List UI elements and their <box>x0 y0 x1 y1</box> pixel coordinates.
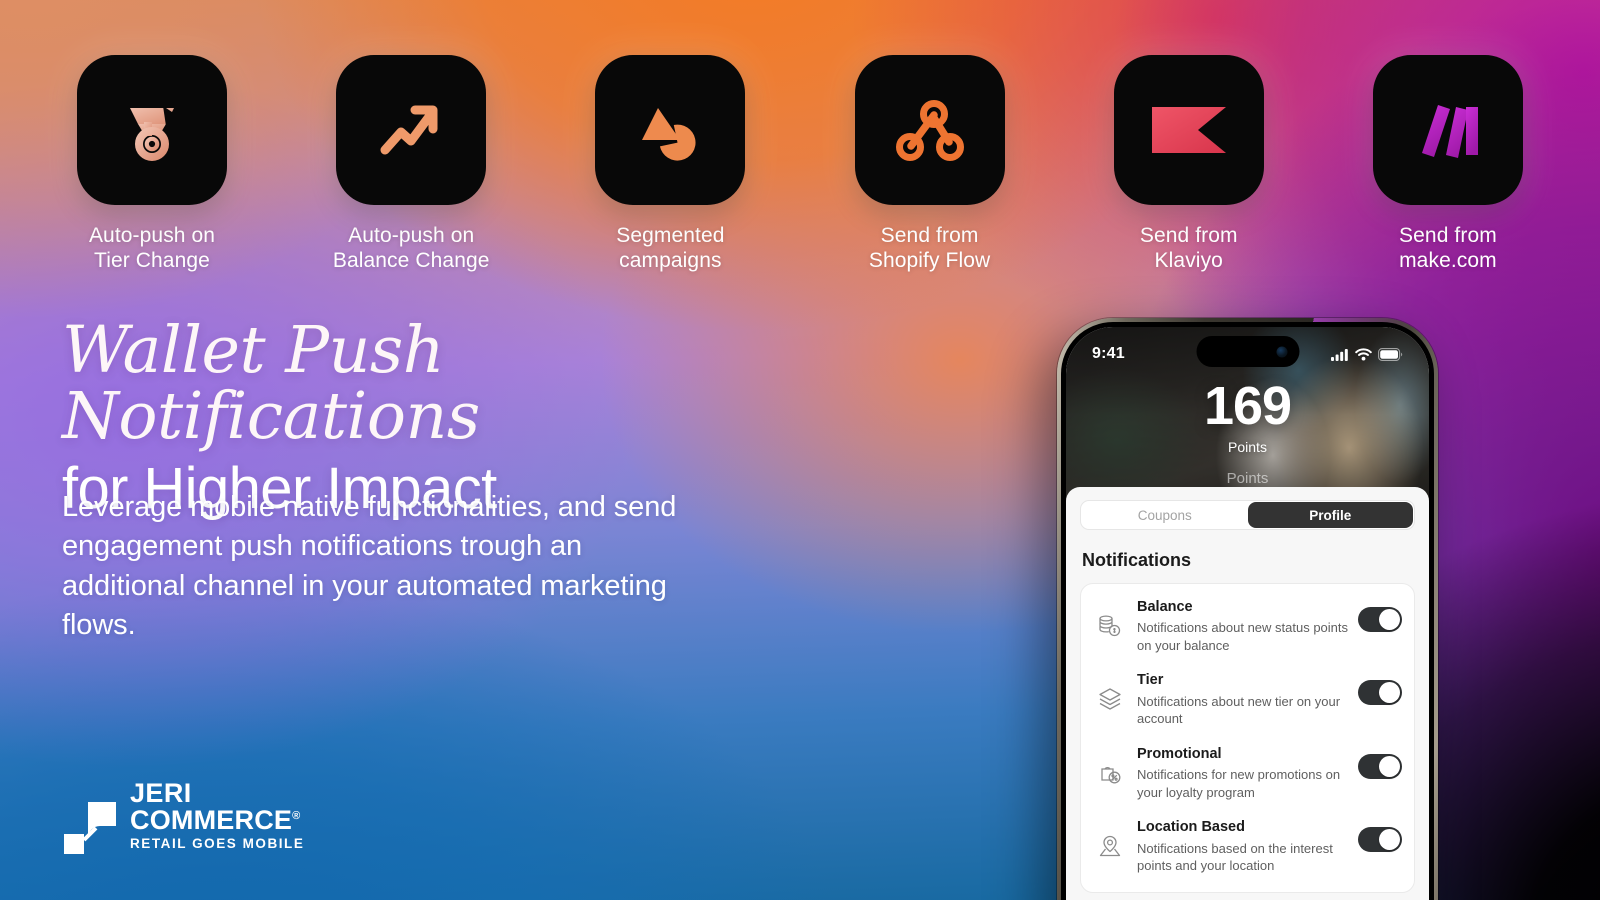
feature-item-klaviyo[interactable]: Send from Klaviyo <box>1099 55 1279 273</box>
registered-mark: ® <box>292 809 301 822</box>
toggle-tier[interactable] <box>1358 680 1402 706</box>
logo-line-2-text: COMMERCE <box>130 804 293 835</box>
notification-text-tier: Tier Notifications about new tier on you… <box>1137 672 1348 727</box>
logo-line-2: COMMERCE® <box>130 804 304 835</box>
feature-label: Send from Shopify Flow <box>868 224 991 273</box>
notification-text-promotional: Promotional Notifications for new promot… <box>1137 746 1348 801</box>
notification-desc: Notifications about new tier on your acc… <box>1137 693 1341 727</box>
status-time: 9:41 <box>1092 345 1125 362</box>
notification-title: Tier <box>1137 672 1164 689</box>
feature-tile <box>1113 55 1264 205</box>
medal-icon <box>130 106 175 161</box>
notification-title: Promotional <box>1137 745 1222 762</box>
toggle-promotional[interactable] <box>1358 753 1402 779</box>
phone-bezel: 9:41 169 Points Points Coupons Profile N… <box>1061 322 1434 900</box>
feature-item-segmented-campaigns[interactable]: Segmented campaigns <box>580 55 760 273</box>
notification-desc: Notifications based on the interest poin… <box>1137 840 1333 874</box>
phone-screen: 9:41 169 Points Points Coupons Profile N… <box>1066 327 1429 900</box>
feature-label: Send from Klaviyo <box>1139 224 1238 273</box>
signal-bars-icon <box>1331 348 1348 361</box>
notification-title: Location Based <box>1137 819 1245 836</box>
logo-wordmark: JERI COMMERCE® RETAIL GOES MOBILE <box>130 777 305 854</box>
layers-icon-wrap <box>1093 672 1127 712</box>
feature-tile <box>336 55 487 205</box>
coins-stack-icon-wrap <box>1093 599 1127 639</box>
points-label: Points <box>1228 439 1267 455</box>
wifi-icon <box>1355 347 1372 360</box>
jeri-commerce-logo: JERI COMMERCE® RETAIL GOES MOBILE <box>62 777 305 854</box>
feature-tile <box>1372 55 1523 205</box>
logo-line-1: JERI <box>130 777 192 808</box>
points-value: 169 <box>1203 376 1292 436</box>
headline-line-1: Wallet Push Notifications <box>62 313 480 455</box>
points-ghost-label: Points <box>1226 470 1269 487</box>
feature-label: Send from make.com <box>1399 224 1497 273</box>
logo-tagline: RETAIL GOES MOBILE <box>130 835 305 851</box>
toggle-knob <box>1379 609 1400 630</box>
toggle-balance[interactable] <box>1358 607 1402 632</box>
notification-text-balance: Balance Notifications about new status p… <box>1137 599 1348 654</box>
map-pin-icon-wrap <box>1093 819 1127 859</box>
points-display: 169 Points <box>1066 379 1429 455</box>
feature-tile <box>595 55 746 205</box>
feature-item-balance-change[interactable]: Auto-push on Balance Change <box>321 55 501 273</box>
profile-sheet: Coupons Profile Notifications Balance No… <box>1066 487 1429 900</box>
feature-item-tier-change[interactable]: Auto-push on Tier Change <box>62 55 242 273</box>
tab-profile[interactable]: Profile <box>1247 502 1413 528</box>
battery-icon <box>1378 347 1403 361</box>
feature-icon-row: Auto-push on Tier Change Auto-push on Ba… <box>0 55 1600 273</box>
map-pin-icon <box>1099 836 1121 857</box>
notification-desc: Notifications for new promotions on your… <box>1137 767 1341 800</box>
tab-coupons[interactable]: Coupons <box>1082 502 1248 528</box>
make-bars-icon <box>1421 105 1478 158</box>
feature-label: Segmented campaigns <box>616 224 725 273</box>
feature-item-shopify-flow[interactable]: Send from Shopify Flow <box>840 55 1020 273</box>
section-title-notifications: Notifications <box>1082 550 1192 570</box>
coins-stack-icon <box>1099 615 1121 637</box>
notifications-card: Balance Notifications about new status p… <box>1080 583 1415 893</box>
feature-label: Auto-push on Tier Change <box>88 224 216 273</box>
status-indicators <box>1331 347 1403 361</box>
segmented-tabs[interactable]: Coupons Profile <box>1080 500 1415 530</box>
trend-arrow-up-icon <box>380 105 438 155</box>
layers-icon <box>1099 688 1121 711</box>
phone-mockup: 9:41 169 Points Points Coupons Profile N… <box>1057 318 1438 900</box>
dynamic-island <box>1196 336 1299 367</box>
front-camera-icon <box>1276 346 1287 357</box>
toggle-knob <box>1379 829 1400 851</box>
feature-tile <box>77 55 227 205</box>
toggle-knob <box>1379 755 1400 777</box>
body-paragraph: Leverage mobile native functionalities, … <box>62 491 677 642</box>
klaviyo-flag-icon <box>1151 107 1226 153</box>
logo-mark-icon <box>62 800 118 854</box>
notification-row-tier[interactable]: Tier Notifications about new tier on you… <box>1091 663 1404 736</box>
tag-percent-icon-wrap <box>1093 746 1127 786</box>
feature-label: Auto-push on Balance Change <box>332 224 490 273</box>
shapes-segments-icon <box>642 108 696 161</box>
toggle-location-based[interactable] <box>1358 827 1402 853</box>
notification-row-balance[interactable]: Balance Notifications about new status p… <box>1091 590 1404 663</box>
notification-row-promotional[interactable]: Promotional Notifications for new promot… <box>1091 737 1404 810</box>
toggle-knob <box>1379 682 1400 704</box>
tag-percent-icon <box>1101 767 1121 784</box>
feature-item-make-com[interactable]: Send from make.com <box>1358 55 1538 273</box>
flow-nodes-icon <box>895 100 964 161</box>
notification-row-location-based[interactable]: Location Based Notifications based on th… <box>1091 810 1404 883</box>
notification-title: Balance <box>1137 599 1193 615</box>
feature-tile <box>854 55 1005 205</box>
notification-text-location-based: Location Based Notifications based on th… <box>1137 819 1348 874</box>
notification-desc: Notifications about new status points on… <box>1137 620 1349 653</box>
